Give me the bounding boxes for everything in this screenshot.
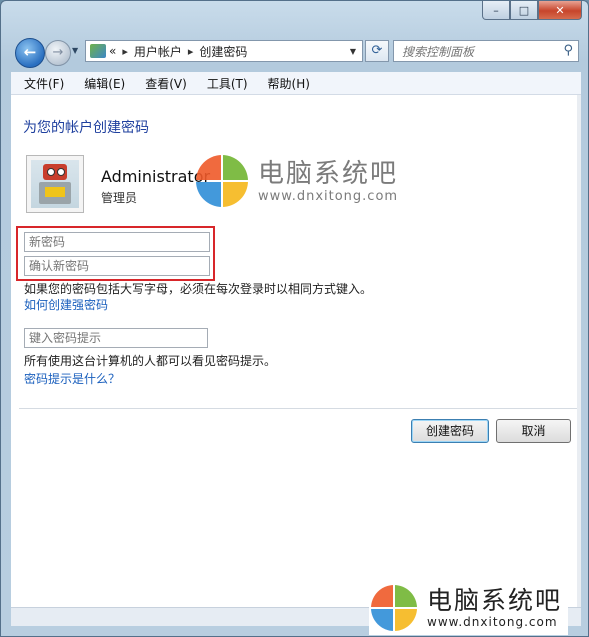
navigation-bar: ← → ▼ « ▸ 用户帐户 ▸ 创建密码 ▼ ⟳ ⚲ bbox=[9, 37, 581, 68]
back-button[interactable]: ← bbox=[15, 38, 45, 68]
menu-file[interactable]: 文件(F) bbox=[11, 75, 71, 92]
minimize-button[interactable]: – bbox=[482, 1, 510, 20]
close-button[interactable]: ✕ bbox=[538, 1, 582, 20]
watermark-brand: 电脑系统吧 bbox=[258, 158, 399, 189]
page-title: 为您的帐户创建密码 bbox=[23, 120, 149, 136]
divider bbox=[19, 408, 577, 409]
watermark-bottom: 电脑系统吧 www.dnxitong.com bbox=[369, 583, 569, 635]
create-password-button[interactable]: 创建密码 bbox=[411, 419, 489, 443]
menu-tools[interactable]: 工具(T) bbox=[194, 75, 255, 92]
watermark-brand: 电脑系统吧 bbox=[427, 586, 563, 615]
address-bar[interactable]: « ▸ 用户帐户 ▸ 创建密码 ▼ bbox=[85, 40, 363, 62]
menu-view[interactable]: 查看(V) bbox=[132, 75, 194, 92]
hint-visibility-note: 所有使用这台计算机的人都可以看见密码提示。 bbox=[24, 354, 277, 368]
watermark-logo-icon bbox=[371, 585, 417, 631]
hint-info-link[interactable]: 密码提示是什么？ bbox=[24, 370, 120, 387]
breadcrumb-create-password[interactable]: 创建密码 bbox=[199, 43, 247, 60]
user-role: 管理员 bbox=[101, 191, 138, 205]
refresh-button[interactable]: ⟳ bbox=[365, 40, 389, 62]
search-input[interactable] bbox=[400, 42, 554, 62]
recent-pages-dropdown-icon[interactable]: ▼ bbox=[72, 46, 78, 55]
breadcrumb-separator-icon[interactable]: ▸ bbox=[122, 45, 128, 58]
breadcrumb-overflow[interactable]: « bbox=[109, 44, 116, 58]
search-icon[interactable]: ⚲ bbox=[563, 43, 573, 58]
breadcrumb-user-accounts[interactable]: 用户帐户 bbox=[134, 43, 182, 60]
strong-password-link[interactable]: 如何创建强密码 bbox=[24, 296, 108, 313]
search-box[interactable]: ⚲ bbox=[393, 40, 579, 62]
maximize-button[interactable]: □ bbox=[510, 1, 538, 20]
menu-help[interactable]: 帮助(H) bbox=[255, 75, 317, 92]
watermark-url: www.dnxitong.com bbox=[427, 615, 558, 629]
case-sensitivity-note: 如果您的密码包括大写字母，必须在每次登录时以相同方式键入。 bbox=[24, 282, 373, 296]
control-panel-window: – □ ✕ ← → ▼ « ▸ 用户帐户 ▸ 创建密码 ▼ ⟳ ⚲ 文件(F) … bbox=[0, 0, 589, 637]
cancel-button[interactable]: 取消 bbox=[496, 419, 571, 443]
watermark-logo-icon bbox=[196, 155, 248, 207]
new-password-field[interactable] bbox=[24, 232, 210, 252]
breadcrumb-separator-icon[interactable]: ▸ bbox=[188, 45, 194, 58]
scrollbar[interactable] bbox=[577, 95, 581, 607]
watermark-url: www.dnxitong.com bbox=[258, 188, 399, 204]
avatar bbox=[26, 155, 84, 213]
password-hint-field[interactable] bbox=[24, 328, 208, 348]
confirm-password-field[interactable] bbox=[24, 256, 210, 276]
robot-avatar-icon bbox=[31, 160, 79, 208]
watermark: 电脑系统吧 www.dnxitong.com bbox=[196, 155, 398, 207]
menu-bar: 文件(F) 编辑(E) 查看(V) 工具(T) 帮助(H) bbox=[11, 72, 581, 95]
user-name: Administrator bbox=[101, 167, 211, 186]
caption-buttons: – □ ✕ bbox=[482, 1, 582, 20]
address-dropdown-icon[interactable]: ▼ bbox=[350, 47, 356, 56]
menu-edit[interactable]: 编辑(E) bbox=[71, 75, 132, 92]
control-panel-icon bbox=[90, 44, 106, 58]
forward-button[interactable]: → bbox=[45, 40, 71, 66]
main-content: 为您的帐户创建密码 Administrator 管理员 电脑系统吧 www.dn… bbox=[11, 95, 581, 607]
